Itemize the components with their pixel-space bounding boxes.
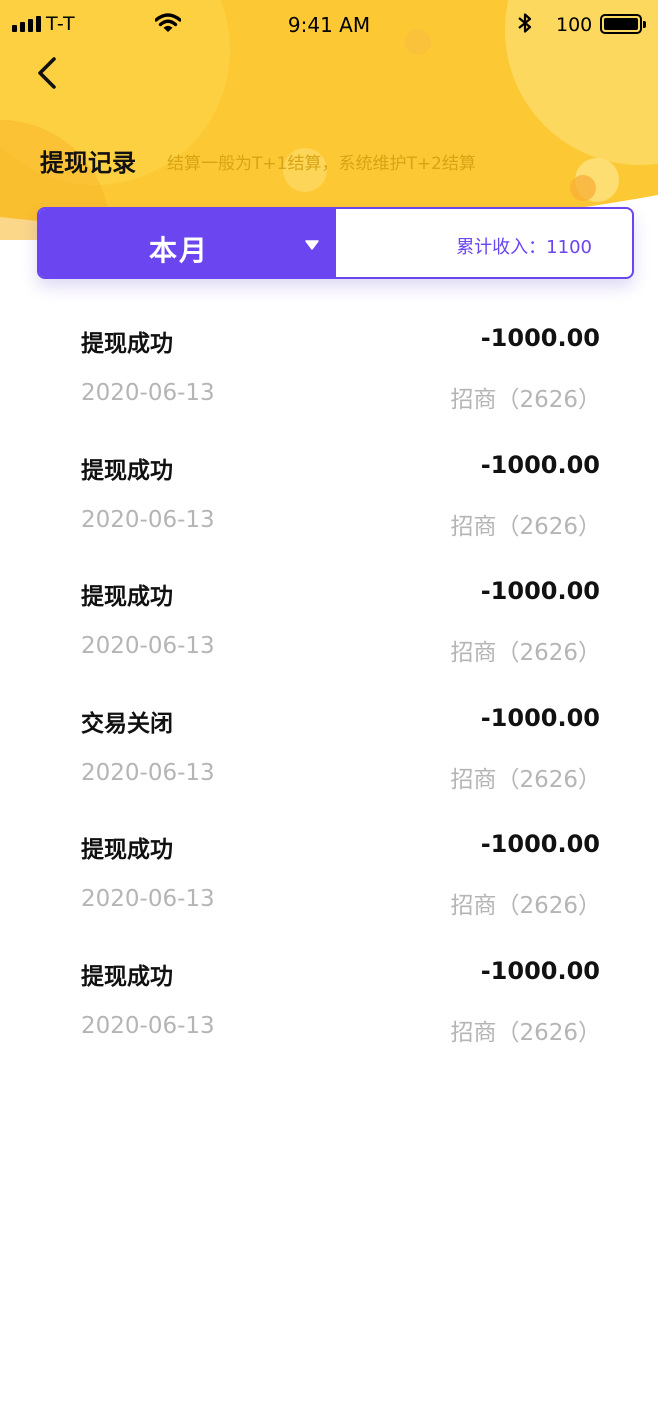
record-amount: -1000.00 — [480, 703, 600, 732]
record-status: 交易关闭 — [81, 710, 173, 737]
record-amount: -1000.00 — [480, 450, 600, 479]
battery-icon — [600, 14, 646, 34]
month-selector-dropdown[interactable]: 本月 — [39, 209, 336, 277]
record-bank: 招商（2626） — [450, 513, 601, 540]
record-amount: -1000.00 — [480, 577, 600, 605]
record-status: 提现成功 — [81, 837, 173, 863]
record-status: 提现成功 — [81, 457, 173, 484]
page-title: 提现记录 — [40, 149, 136, 177]
record-item[interactable]: 提现成功 -1000.00 2020-06-13 招商（2626） — [0, 427, 658, 554]
status-bar: T-T 9:41 AM 100 — [0, 0, 658, 52]
record-bank: 招商（2626） — [450, 1019, 601, 1046]
record-amount: -1000.00 — [480, 324, 600, 352]
filter-card: 本月 累计收入：1100 — [37, 207, 634, 279]
battery-percentage: 100 — [556, 14, 593, 36]
record-date: 2020-06-13 — [81, 506, 215, 533]
record-bank: 招商（2626） — [450, 387, 601, 413]
record-status: 提现成功 — [81, 963, 173, 990]
record-status: 提现成功 — [81, 331, 173, 357]
record-date: 2020-06-13 — [81, 380, 215, 406]
total-income: 累计收入：1100 — [456, 237, 592, 258]
bluetooth-icon — [517, 12, 533, 38]
record-date: 2020-06-13 — [81, 759, 215, 786]
record-status: 提现成功 — [81, 584, 173, 610]
record-bank: 招商（2626） — [450, 766, 601, 793]
month-selector-label: 本月 — [148, 234, 209, 267]
record-date: 2020-06-13 — [81, 886, 215, 912]
record-item[interactable]: 提现成功 -1000.00 2020-06-13 招商（2626） — [0, 553, 658, 680]
record-bank: 招商（2626） — [450, 893, 601, 919]
record-item[interactable]: 提现成功 -1000.00 2020-06-13 招商（2626） — [0, 806, 658, 933]
record-amount: -1000.00 — [480, 830, 600, 858]
record-item[interactable]: 提现成功 -1000.00 2020-06-13 招商（2626） — [0, 933, 658, 1060]
record-date: 2020-06-13 — [81, 633, 215, 659]
chevron-left-icon — [38, 57, 56, 89]
record-item[interactable]: 交易关闭 -1000.00 2020-06-13 招商（2626） — [0, 680, 658, 807]
settlement-note: 结算一般为T+1结算，系统维护T+2结算 — [167, 154, 476, 174]
record-amount: -1000.00 — [480, 956, 600, 985]
record-date: 2020-06-13 — [81, 1012, 215, 1039]
caret-down-icon — [305, 240, 319, 250]
back-button[interactable] — [30, 54, 66, 94]
record-bank: 招商（2626） — [450, 640, 601, 666]
record-item[interactable]: 提现成功 -1000.00 2020-06-13 招商（2626） — [0, 300, 658, 427]
withdrawal-record-list: 提现成功 -1000.00 2020-06-13 招商（2626） 提现成功 -… — [0, 300, 658, 1059]
